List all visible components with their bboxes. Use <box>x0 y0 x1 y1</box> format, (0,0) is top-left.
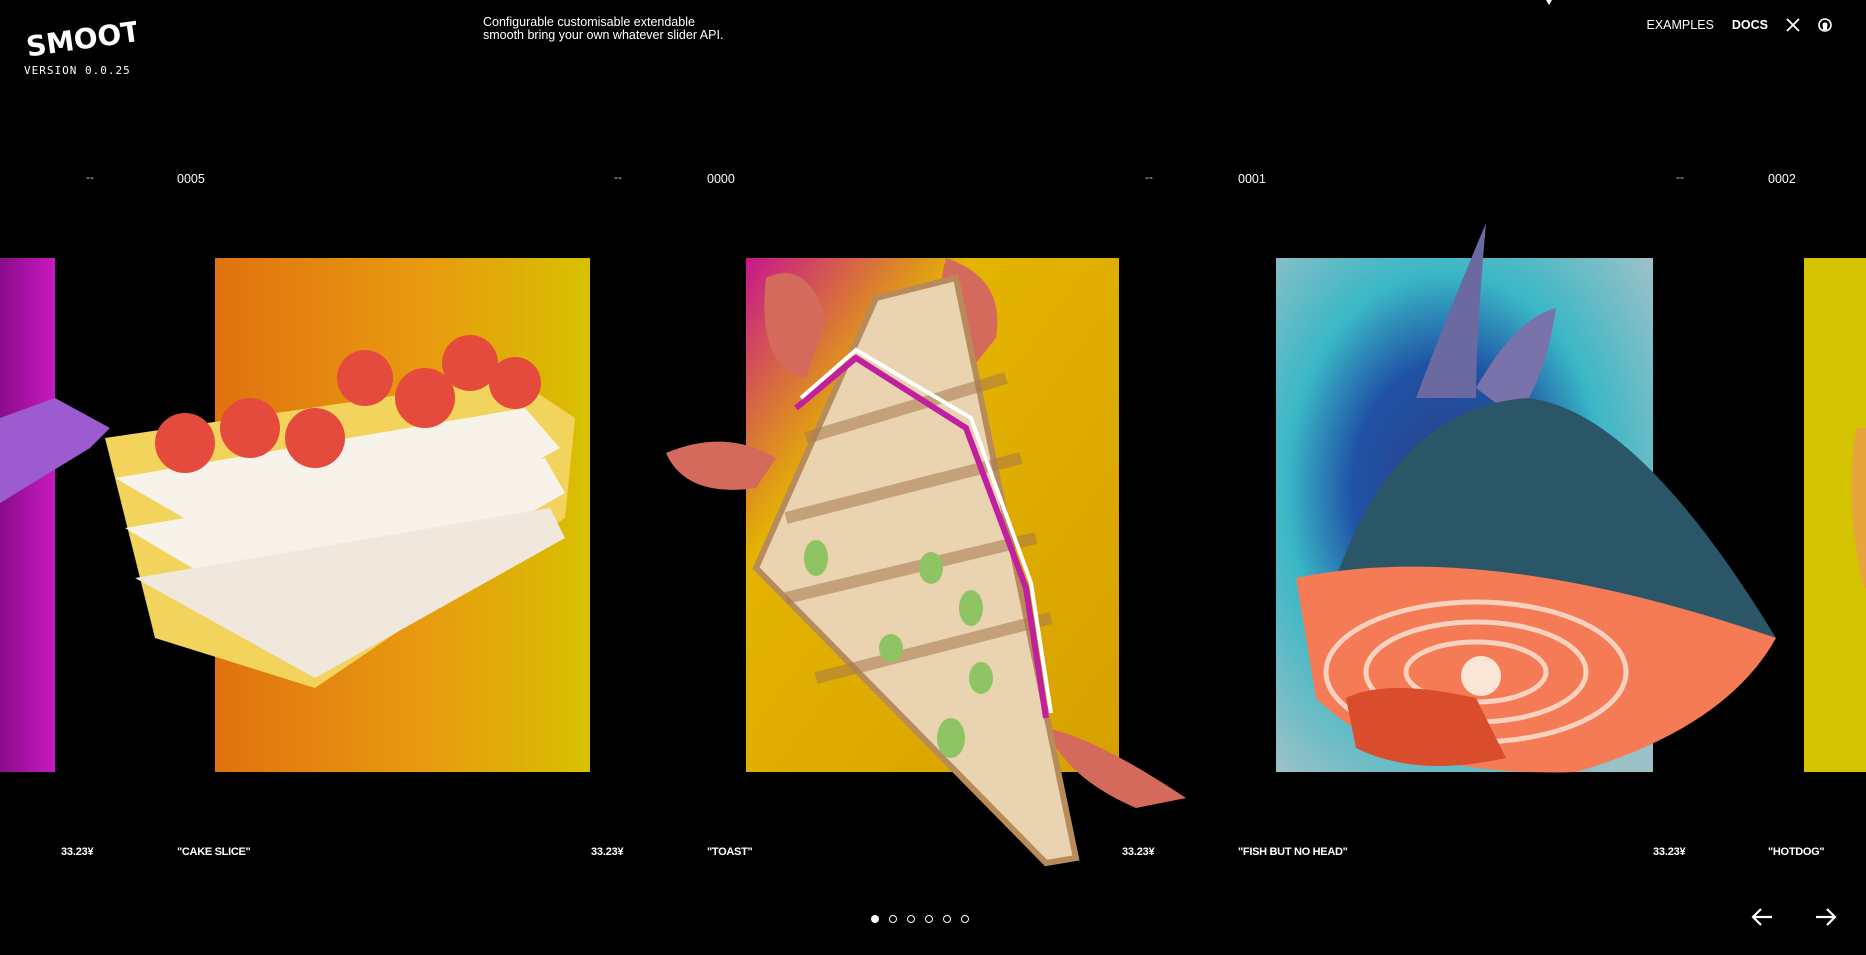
slide-dash: -- <box>614 170 622 184</box>
arrow-right-icon[interactable] <box>1814 906 1838 928</box>
slide-card-partial-left <box>0 258 110 772</box>
pagination-dot-3[interactable] <box>907 915 915 923</box>
slide-dash: -- <box>86 170 94 184</box>
arrow-left-icon[interactable] <box>1750 906 1774 928</box>
slide-price: 33.23¥ <box>591 846 624 858</box>
slide-image <box>666 258 1186 867</box>
slider[interactable]: -- 0005 33.23¥ "CAKE SLICE" -- 0000 33.2… <box>0 0 1866 955</box>
slide-image <box>105 258 590 772</box>
slide-image <box>1276 223 1776 773</box>
slide-name: "TOAST" <box>707 846 753 858</box>
pagination-dot-5[interactable] <box>943 915 951 923</box>
slide-price: 33.23¥ <box>61 846 94 858</box>
pagination-dot-6[interactable] <box>961 915 969 923</box>
slide-price: 33.23¥ <box>1653 846 1686 858</box>
slide-index: 0000 <box>707 172 735 186</box>
slide-image <box>1804 258 1866 772</box>
slide-dash: -- <box>1676 170 1684 184</box>
pagination-dot-4[interactable] <box>925 915 933 923</box>
slide-name: "FISH BUT NO HEAD" <box>1238 846 1348 858</box>
slide-dash: -- <box>1145 170 1153 184</box>
slide-index: 0005 <box>177 172 205 186</box>
slide-index: 0002 <box>1768 172 1796 186</box>
pagination <box>871 915 969 923</box>
slide-name: "HOTDOG" <box>1768 846 1825 858</box>
slide-index: 0001 <box>1238 172 1266 186</box>
slide-name: "CAKE SLICE" <box>177 846 251 858</box>
pagination-dot-1[interactable] <box>871 915 879 923</box>
pagination-dot-2[interactable] <box>889 915 897 923</box>
slide-price: 33.23¥ <box>1122 846 1155 858</box>
